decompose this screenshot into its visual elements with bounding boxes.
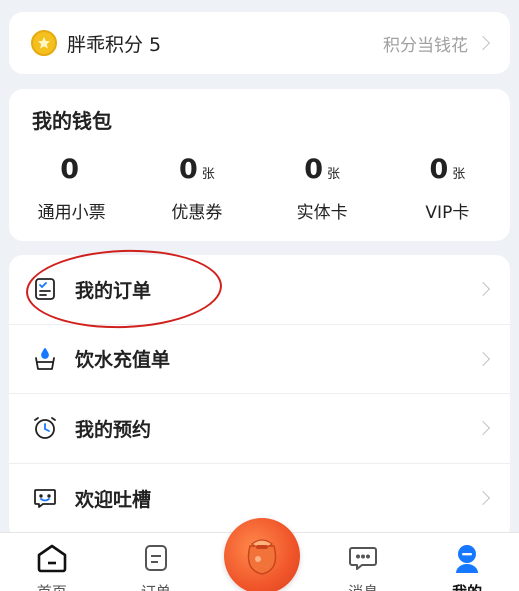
nav-home[interactable]: 首页: [0, 533, 104, 591]
chevron-right-icon: [475, 421, 491, 436]
menu-item-my-orders[interactable]: 我的订单: [9, 255, 510, 325]
chevron-right-icon: [475, 282, 491, 297]
nav-label: 首页: [37, 581, 67, 591]
wallet-value: 0: [429, 154, 449, 185]
lucky-bag-icon: [234, 526, 290, 586]
wallet-unit: 张: [327, 167, 341, 182]
menu-item-label: 欢迎吐槽: [75, 488, 152, 511]
home-icon: [35, 543, 69, 577]
feedback-chat-icon: [31, 484, 59, 512]
chevron-right-icon: [475, 35, 491, 51]
menu-item-my-reservations[interactable]: 我的预约: [9, 394, 510, 464]
menu-item-label: 饮水充值单: [75, 349, 171, 372]
wallet-title: 我的钱包: [32, 109, 112, 133]
wallet-card: 我的钱包 0 通用小票 0张 优惠券 0张 实体卡 0张 VIP卡: [9, 89, 510, 241]
nav-orders[interactable]: 订单: [104, 533, 208, 591]
points-link[interactable]: 积分当钱花: [383, 31, 491, 56]
wallet-unit: 张: [201, 167, 215, 182]
menu-item-water-recharge[interactable]: 饮水充值单: [9, 325, 510, 394]
order-list-icon: [31, 275, 59, 303]
profile-icon: [452, 543, 482, 577]
coin-icon: [31, 30, 57, 56]
wallet-item-vip-cards[interactable]: 0张 VIP卡: [385, 154, 510, 224]
wallet-item-physical-cards[interactable]: 0张 实体卡: [260, 154, 385, 224]
nav-label: 消息: [348, 581, 378, 591]
wallet-label: VIP卡: [425, 203, 470, 223]
menu-item-label: 我的预约: [75, 418, 152, 441]
points-card[interactable]: 胖乖积分 5 积分当钱花: [9, 12, 510, 74]
wallet-item-coupons[interactable]: 0张 优惠券: [134, 154, 259, 224]
alarm-clock-icon: [31, 414, 59, 442]
menu-list-card: 我的订单 饮水充值单 我的预约 欢迎吐槽: [9, 255, 510, 540]
wallet-value: 0: [60, 154, 80, 185]
chevron-right-icon: [475, 351, 491, 366]
nav-label: 订单: [141, 581, 171, 591]
chevron-right-icon: [475, 491, 491, 506]
points-link-text: 积分当钱花: [383, 35, 468, 56]
nav-label: 我的: [452, 581, 482, 591]
wallet-value: 0: [178, 154, 198, 185]
lucky-bag-button[interactable]: [224, 518, 300, 591]
wallet-label: 实体卡: [296, 203, 348, 223]
wallet-value: 0: [304, 154, 324, 185]
menu-item-label: 我的订单: [75, 279, 152, 302]
water-cup-icon: [31, 345, 59, 373]
nav-profile[interactable]: 我的: [415, 533, 519, 591]
order-doc-icon: [141, 543, 171, 577]
wallet-label: 优惠券: [171, 203, 223, 223]
nav-messages[interactable]: 消息: [311, 533, 415, 591]
points-label: 胖乖积分 5: [67, 33, 162, 56]
wallet-item-tickets[interactable]: 0 通用小票: [9, 154, 134, 224]
wallet-label: 通用小票: [37, 203, 106, 223]
wallet-unit: 张: [452, 167, 466, 182]
message-icon: [348, 543, 378, 577]
